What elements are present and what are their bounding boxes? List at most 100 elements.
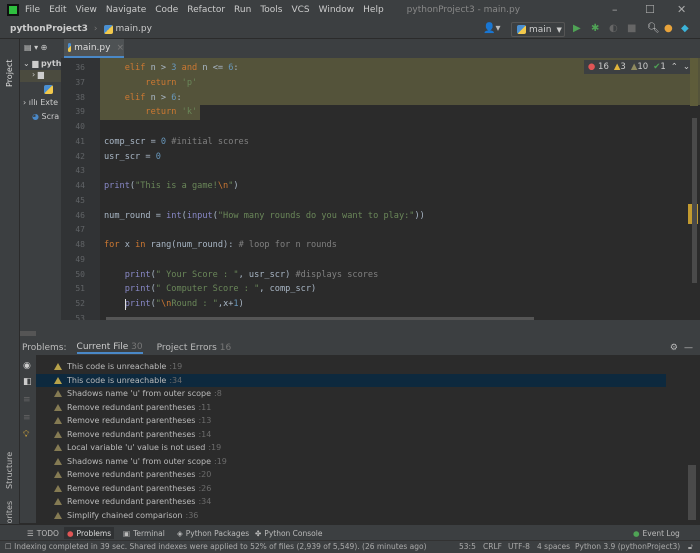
menu-tools[interactable]: Tools — [260, 5, 282, 15]
eye-icon[interactable]: ◉ — [23, 361, 31, 371]
hide-panel-icon[interactable]: — — [684, 343, 693, 353]
menu-window[interactable]: Window — [319, 5, 355, 15]
stop-icon[interactable]: ■ — [627, 23, 636, 34]
menu-help[interactable]: Help — [363, 5, 384, 15]
file-encoding[interactable]: UTF-8 — [508, 542, 530, 551]
run-config-select[interactable]: main ▼ — [511, 22, 565, 37]
user-icon[interactable]: 👤▾ — [483, 23, 500, 34]
ok-count[interactable]: ✔1 — [653, 62, 666, 72]
settings-gear-icon[interactable]: ⚙ — [670, 343, 678, 353]
tree-item-scratches[interactable]: ◕ Scra — [32, 112, 59, 121]
problems-scrollbar[interactable] — [688, 465, 696, 520]
warning-count[interactable]: ▲3 — [614, 62, 626, 72]
code-line[interactable]: comp_scr = 0 #initial scores — [104, 137, 249, 147]
warning-icon — [54, 363, 62, 370]
code-line[interactable]: usr_scr = 0 — [104, 152, 161, 162]
code-token: print — [124, 299, 151, 309]
tool-tab-python-packages[interactable]: ◈ Python Packages — [174, 527, 252, 539]
problem-item[interactable]: This code is unreachable:34 — [36, 373, 666, 387]
code-line[interactable]: elif n > 6: — [104, 93, 182, 103]
tool-tab-problems[interactable]: ● Problems — [64, 527, 115, 539]
debug-icon[interactable]: ✱ — [591, 23, 599, 34]
code-line[interactable]: num_round = int(input("How many rounds d… — [104, 211, 425, 221]
menu-code[interactable]: Code — [155, 5, 178, 15]
error-count[interactable]: ● 16 — [588, 62, 609, 72]
problem-item[interactable]: This code is unreachable:19 — [36, 360, 666, 373]
problem-item[interactable]: Simplify chained comparison:36 — [36, 509, 666, 522]
problem-line: :20 — [198, 470, 212, 479]
tree-item-external-libraries[interactable]: › ıllı Exte — [23, 98, 58, 107]
breadcrumb-project[interactable]: pythonProject3 — [10, 24, 88, 34]
lightbulb-icon[interactable]: 💡︎ — [23, 430, 29, 440]
code-line[interactable]: elif n > 3 and n <= 6: — [104, 63, 239, 73]
code-line[interactable]: print("This is a game!\n") — [104, 181, 239, 191]
coverage-icon[interactable]: ◐ — [609, 23, 618, 34]
code-line[interactable]: print(" Your Score : ", usr_scr) #displa… — [104, 270, 379, 280]
problem-item[interactable]: Remove redundant parentheses:34 — [36, 495, 666, 508]
code-token: num_round = — [104, 210, 167, 221]
menu-edit[interactable]: Edit — [49, 5, 66, 15]
code-editor[interactable]: elif n > 3 and n <= 6: return 'p' elif n… — [100, 58, 700, 320]
panel-splitter[interactable] — [20, 320, 700, 340]
code-line[interactable]: return 'p' — [104, 78, 197, 88]
breadcrumb-file[interactable]: main.py — [116, 24, 152, 34]
update-icon[interactable]: ● — [664, 23, 673, 34]
previous-highlight-icon[interactable]: ⌃ — [671, 62, 678, 72]
code-line[interactable]: return 'k' — [104, 107, 197, 117]
tab-project-errors[interactable]: Project Errors 16 — [157, 343, 232, 353]
menu-file[interactable]: File — [25, 5, 40, 15]
tool-tab-event-log[interactable]: ● Event Log — [630, 527, 683, 539]
problem-item[interactable]: Remove redundant parentheses:14 — [36, 428, 666, 441]
jetbrains-icon[interactable]: ◆ — [681, 23, 689, 34]
tree-item-project[interactable]: ⌄ ▆ pyth — [23, 59, 61, 68]
structure-tool-button[interactable]: Structure — [5, 452, 14, 489]
problem-text: This code is unreachable — [67, 362, 167, 371]
expand-all-icon[interactable]: ≡ — [23, 395, 31, 405]
menu-refactor[interactable]: Refactor — [187, 5, 225, 15]
problem-item[interactable]: Shadows name 'u' from outer scope:8 — [36, 387, 666, 400]
weak-warning-count[interactable]: ▲10 — [631, 62, 648, 72]
close-tab-icon[interactable]: × — [116, 43, 124, 53]
line-number: 49 — [75, 254, 85, 264]
console-icon: ✤ — [255, 528, 262, 538]
tool-tab-todo[interactable]: ☰ TODO — [24, 527, 62, 539]
search-icon[interactable]: 🔍︎ — [647, 23, 660, 34]
indent-setting[interactable]: 4 spaces — [537, 542, 570, 551]
collapse-all-icon[interactable]: ≡ — [23, 413, 31, 423]
problem-item[interactable]: Remove redundant parentheses:20 — [36, 468, 666, 481]
tool-tab-python-console[interactable]: ✤ Python Console — [252, 527, 325, 539]
inspection-widget[interactable]: ● 16 ▲3 ▲10 ✔1 ⌃ ⌄ — [583, 60, 694, 74]
tab-current-file[interactable]: Current File 30 — [76, 342, 143, 354]
line-separator[interactable]: CRLF — [483, 542, 502, 551]
menu-view[interactable]: View — [76, 5, 97, 15]
code-line[interactable]: for x in rang(num_round): # loop for n r… — [104, 240, 337, 250]
vertical-scrollbar[interactable] — [688, 58, 700, 320]
menu-navigate[interactable]: Navigate — [106, 5, 146, 15]
python-interpreter[interactable]: Python 3.9 (pythonProject3) — [575, 542, 680, 551]
menu-run[interactable]: Run — [234, 5, 251, 15]
tab-main-py[interactable]: main.py × — [64, 39, 124, 58]
preview-icon[interactable]: ◧ — [23, 377, 32, 387]
code-line[interactable]: print(" Computer Score : ", comp_scr) — [104, 284, 316, 294]
minimize-button[interactable]: – — [612, 3, 618, 16]
status-message[interactable]: ☐ Indexing completed in 39 sec. Shared i… — [5, 542, 427, 551]
close-button[interactable]: ✕ — [677, 3, 686, 16]
lock-icon[interactable]: 🔓︎ — [688, 542, 693, 552]
problem-item[interactable]: Shadows name 'u' from outer scope:19 — [36, 455, 666, 468]
problem-item[interactable]: Remove redundant parentheses:11 — [36, 401, 666, 414]
problem-item[interactable]: Remove redundant parentheses:13 — [36, 414, 666, 427]
maximize-button[interactable]: ☐ — [645, 3, 655, 16]
menu-vcs[interactable]: VCS — [291, 5, 309, 15]
problem-item[interactable]: Remove redundant parentheses:26 — [36, 482, 666, 495]
project-pane-toolbar[interactable]: ▤ ▾ ⊕ — [24, 43, 47, 52]
problem-item[interactable]: Local variable 'u' value is not used:19 — [36, 441, 666, 454]
caret-position[interactable]: 53:5 — [459, 542, 476, 551]
tree-item-folder[interactable]: › ▆ — [20, 70, 61, 82]
tree-item-main-py[interactable] — [44, 85, 56, 94]
tool-tab-terminal[interactable]: ▣ Terminal — [120, 527, 168, 539]
run-icon[interactable]: ▶ — [573, 23, 581, 34]
project-tool-button[interactable]: Project — [5, 60, 14, 87]
